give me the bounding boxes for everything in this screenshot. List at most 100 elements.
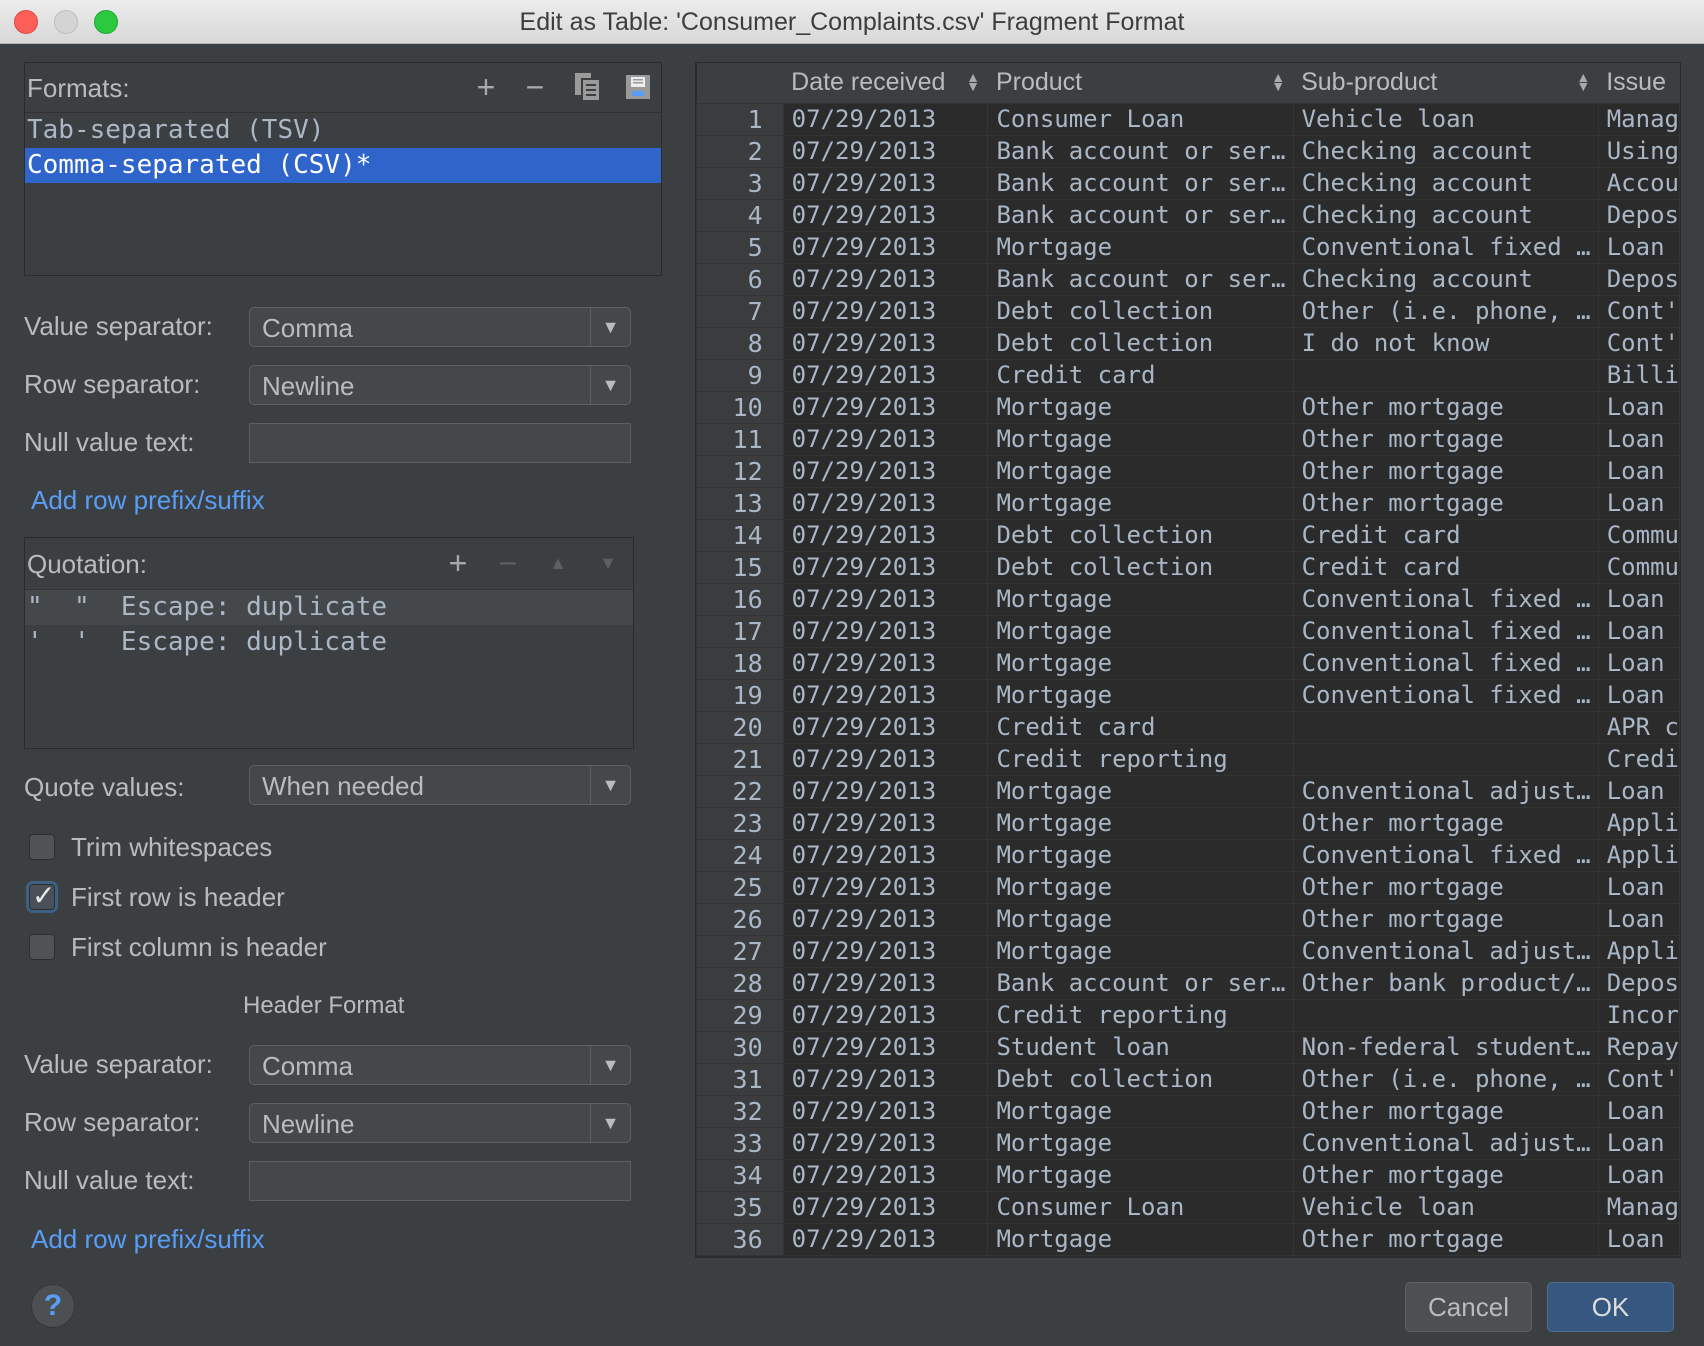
add-quote-button[interactable]: +	[441, 545, 475, 581]
table-cell[interactable]: 07/29/2013	[782, 1126, 989, 1160]
table-cell[interactable]: Credit card	[1292, 518, 1599, 552]
table-cell[interactable]: Credi	[1597, 742, 1680, 776]
first-column-header-checkbox[interactable]	[29, 934, 55, 960]
table-row[interactable]: 1 07/29/2013 Consumer Loan Vehicle loan Mana…	[696, 102, 1680, 136]
table-cell[interactable]: Using	[1597, 134, 1680, 168]
quote-item[interactable]: " " Escape: duplicate	[25, 590, 633, 625]
table-cell[interactable]: 07/29/2013	[782, 1030, 989, 1064]
table-cell[interactable]: Loan	[1597, 902, 1680, 936]
table-cell[interactable]: Credit reporting	[987, 742, 1294, 776]
table-cell[interactable]: Mortgage	[987, 838, 1294, 872]
save-format-button[interactable]	[621, 70, 655, 104]
first-column-header-label[interactable]: First column is header	[71, 932, 327, 963]
table-cell[interactable]: Bank account or ser…	[987, 134, 1294, 168]
table-row[interactable]: 17 07/29/2013 Mortgage Conventional fixed ……	[696, 614, 1680, 648]
table-row[interactable]: 12 07/29/2013 Mortgage Other mortgage Loan	[696, 454, 1680, 488]
quote-item[interactable]: ' ' Escape: duplicate	[25, 625, 633, 660]
move-down-button[interactable]: ▼	[591, 546, 625, 580]
column-header-product[interactable]: Product ▲ ▼	[987, 63, 1294, 103]
table-cell[interactable]: Depos	[1597, 262, 1680, 296]
table-cell[interactable]: 07/29/2013	[782, 646, 989, 680]
table-cell[interactable]: 07/29/2013	[782, 294, 989, 328]
trim-whitespaces-label[interactable]: Trim whitespaces	[71, 832, 272, 863]
table-row[interactable]: 4 07/29/2013 Bank account or ser… Checking …	[696, 198, 1680, 232]
table-cell[interactable]: Conventional adjust…	[1292, 1126, 1599, 1160]
first-row-header-label[interactable]: First row is header	[71, 882, 285, 913]
table-cell[interactable]: Conventional adjust…	[1292, 934, 1599, 968]
table-cell[interactable]: 07/29/2013	[782, 390, 989, 424]
table-cell[interactable]: Student loan	[987, 1030, 1294, 1064]
table-cell[interactable]: 07/29/2013	[782, 870, 989, 904]
table-cell[interactable]: Vehicle loan	[1292, 1190, 1599, 1224]
table-cell[interactable]: Credit card	[987, 710, 1294, 744]
table-cell[interactable]: Debt collection	[987, 1062, 1294, 1096]
table-cell[interactable]: 07/29/2013	[782, 326, 989, 360]
table-cell[interactable]: Loan	[1597, 774, 1680, 808]
value-separator-select[interactable]: Comma ▼	[249, 307, 631, 347]
table-cell[interactable]: 07/29/2013	[782, 998, 989, 1032]
table-cell[interactable]: Other mortgage	[1292, 870, 1599, 904]
table-cell[interactable]: Other bank product/…	[1292, 966, 1599, 1000]
table-cell[interactable]: Checking account	[1292, 198, 1599, 232]
table-cell[interactable]: Other mortgage	[1292, 1158, 1599, 1192]
table-cell[interactable]: Loan	[1597, 454, 1680, 488]
table-cell[interactable]: Debt collection	[987, 518, 1294, 552]
table-cell[interactable]: 07/29/2013	[782, 1190, 989, 1224]
first-row-header-checkbox[interactable]	[29, 879, 55, 912]
table-cell[interactable]: Appli	[1597, 934, 1680, 968]
table-row[interactable]: 19 07/29/2013 Mortgage Conventional fixed ……	[696, 678, 1680, 712]
table-cell[interactable]: Mortgage	[987, 1126, 1294, 1160]
table-cell[interactable]: Consumer Loan	[987, 102, 1294, 136]
table-cell[interactable]: Checking account	[1292, 134, 1599, 168]
table-row[interactable]: 21 07/29/2013 Credit reporting Credi	[696, 742, 1680, 776]
table-cell[interactable]: Billi	[1597, 358, 1680, 392]
header-add-row-prefix-suffix-link[interactable]: Add row prefix/suffix	[31, 1224, 265, 1255]
table-cell[interactable]: Other (i.e. phone, …	[1292, 1062, 1599, 1096]
copy-format-button[interactable]	[571, 70, 605, 104]
table-cell[interactable]: Loan	[1597, 646, 1680, 680]
help-button[interactable]: ?	[31, 1284, 75, 1328]
column-header-issue[interactable]: Issue	[1598, 63, 1680, 103]
table-cell[interactable]: Incor	[1597, 998, 1680, 1032]
table-cell[interactable]: Mortgage	[987, 1094, 1294, 1128]
table-row[interactable]: 18 07/29/2013 Mortgage Conventional fixed ……	[696, 646, 1680, 680]
table-row[interactable]: 32 07/29/2013 Mortgage Other mortgage Loan	[696, 1094, 1680, 1128]
table-row[interactable]: 3 07/29/2013 Bank account or ser… Checking …	[696, 166, 1680, 200]
table-cell[interactable]: 07/29/2013	[782, 582, 989, 616]
table-cell[interactable]: 07/29/2013	[782, 198, 989, 232]
table-cell[interactable]: 07/29/2013	[782, 358, 989, 392]
table-cell[interactable]: Mortgage	[987, 390, 1294, 424]
add-row-prefix-suffix-link[interactable]: Add row prefix/suffix	[31, 485, 265, 516]
table-cell[interactable]: Manag	[1597, 1190, 1680, 1224]
table-cell[interactable]: Conventional fixed …	[1292, 582, 1599, 616]
move-up-button[interactable]: ▲	[541, 546, 575, 580]
table-cell[interactable]: Bank account or ser…	[987, 166, 1294, 200]
table-cell[interactable]: Loan	[1597, 870, 1680, 904]
table-cell[interactable]: 07/29/2013	[782, 262, 989, 296]
trim-whitespaces-checkbox[interactable]	[29, 834, 55, 860]
row-separator-select[interactable]: Newline ▼	[249, 365, 631, 405]
table-cell[interactable]: Conventional fixed …	[1292, 646, 1599, 680]
table-cell[interactable]: Non-federal student…	[1292, 1030, 1599, 1064]
ok-button[interactable]: OK	[1547, 1282, 1674, 1332]
table-cell[interactable]	[1292, 358, 1599, 392]
table-cell[interactable]	[1292, 710, 1599, 744]
table-cell[interactable]: Conventional fixed …	[1292, 838, 1599, 872]
table-cell[interactable]: Other mortgage	[1292, 902, 1599, 936]
table-cell[interactable]: Loan	[1597, 1126, 1680, 1160]
table-cell[interactable]: 07/29/2013	[782, 1158, 989, 1192]
table-cell[interactable]: Mortgage	[987, 934, 1294, 968]
table-cell[interactable]: 07/29/2013	[782, 902, 989, 936]
table-cell[interactable]: Vehicle loan	[1292, 102, 1599, 136]
table-cell[interactable]: Cont'	[1597, 1062, 1680, 1096]
table-cell[interactable]: 07/29/2013	[782, 806, 989, 840]
table-cell[interactable]: Mortgage	[987, 230, 1294, 264]
table-cell[interactable]: Mortgage	[987, 582, 1294, 616]
table-cell[interactable]: APR c	[1597, 710, 1680, 744]
table-cell[interactable]: 07/29/2013	[782, 710, 989, 744]
table-cell[interactable]: Loan	[1597, 1094, 1680, 1128]
table-cell[interactable]: 07/29/2013	[782, 678, 989, 712]
table-row[interactable]: 9 07/29/2013 Credit card Billi	[696, 358, 1680, 392]
table-row[interactable]: 28 07/29/2013 Bank account or ser… Other ba…	[696, 966, 1680, 1000]
table-cell[interactable]: 07/29/2013	[782, 1094, 989, 1128]
